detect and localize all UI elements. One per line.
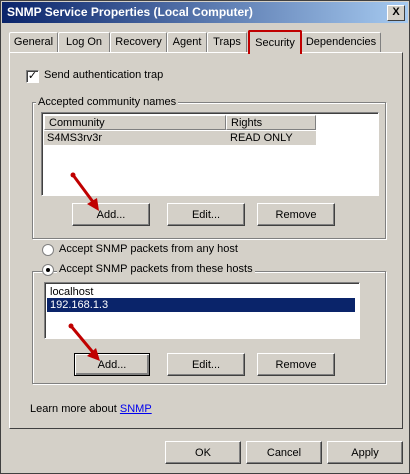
edit-host-button[interactable]: Edit... bbox=[167, 353, 245, 376]
column-header-rights[interactable]: Rights bbox=[226, 115, 316, 130]
tab-agent[interactable]: Agent bbox=[167, 32, 207, 52]
ok-button[interactable]: OK bbox=[165, 441, 241, 464]
tab-dependencies[interactable]: Dependencies bbox=[301, 32, 381, 52]
these-hosts-radio[interactable] bbox=[42, 264, 54, 276]
community-name: S4MS3rv3r bbox=[47, 132, 103, 144]
remove-host-button[interactable]: Remove bbox=[257, 353, 335, 376]
snmp-help-link[interactable]: SNMP bbox=[120, 403, 152, 415]
tab-security[interactable]: Security bbox=[248, 30, 302, 54]
any-host-label: Accept SNMP packets from any host bbox=[59, 243, 238, 255]
close-icon: X bbox=[392, 6, 400, 18]
column-header-community[interactable]: Community bbox=[44, 115, 226, 130]
title-bar[interactable]: SNMP Service Properties (Local Computer)… bbox=[2, 2, 408, 23]
any-host-radio[interactable] bbox=[42, 244, 54, 256]
community-group-title: Accepted community names bbox=[36, 96, 179, 108]
cancel-button[interactable]: Cancel bbox=[246, 441, 322, 464]
red-arrow-icon bbox=[68, 323, 100, 361]
dialog-window: SNMP Service Properties (Local Computer)… bbox=[0, 0, 410, 474]
send-auth-trap-checkbox[interactable]: ✓ bbox=[26, 70, 39, 83]
tab-traps[interactable]: Traps bbox=[207, 32, 247, 52]
host-item-localhost[interactable]: localhost bbox=[47, 285, 355, 299]
tab-general[interactable]: General bbox=[9, 32, 58, 52]
check-icon: ✓ bbox=[27, 70, 38, 82]
community-row[interactable]: S4MS3rv3r READ ONLY bbox=[44, 131, 316, 145]
apply-button[interactable]: Apply bbox=[327, 441, 403, 464]
close-button[interactable]: X bbox=[387, 5, 405, 21]
learn-more-prefix: Learn more about bbox=[30, 403, 117, 415]
learn-more-text: Learn more about SNMP bbox=[30, 403, 152, 415]
edit-community-button[interactable]: Edit... bbox=[167, 203, 245, 226]
tab-log-on[interactable]: Log On bbox=[58, 32, 110, 52]
these-hosts-label: Accept SNMP packets from these hosts bbox=[57, 263, 255, 275]
security-tab-panel: ✓ Send authentication trap Accepted comm… bbox=[9, 52, 403, 429]
remove-community-button[interactable]: Remove bbox=[257, 203, 335, 226]
host-item-selected[interactable]: 192.168.1.3 bbox=[47, 298, 355, 312]
window-title: SNMP Service Properties (Local Computer) bbox=[7, 5, 253, 19]
red-arrow-icon bbox=[70, 172, 99, 211]
radio-selected-dot bbox=[46, 268, 50, 272]
community-rights: READ ONLY bbox=[230, 132, 293, 144]
send-auth-trap-label: Send authentication trap bbox=[44, 69, 164, 81]
tab-recovery[interactable]: Recovery bbox=[110, 32, 167, 52]
